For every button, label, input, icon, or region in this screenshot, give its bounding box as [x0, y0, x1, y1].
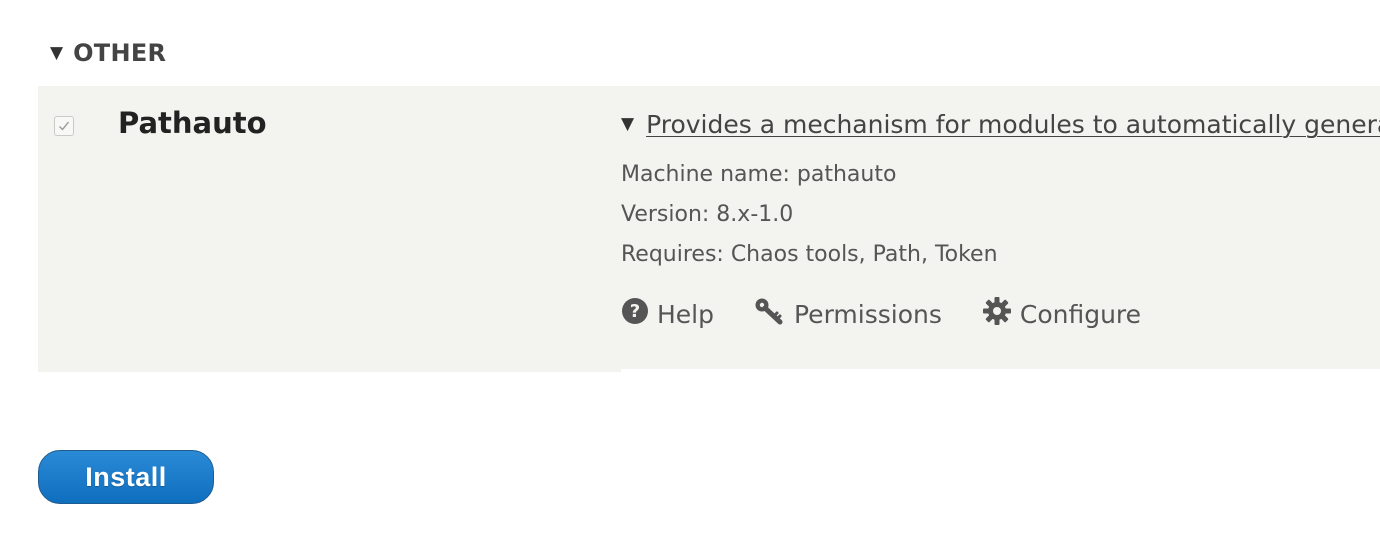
install-button[interactable]: Install: [38, 450, 214, 504]
configure-link-label: Configure: [1019, 299, 1142, 329]
module-enable-checkbox[interactable]: [54, 116, 74, 136]
permissions-link[interactable]: Permissions: [754, 297, 942, 331]
help-link-label: Help: [657, 299, 714, 329]
configure-link[interactable]: Configure: [982, 296, 1141, 332]
module-requires: Requires: Chaos tools, Path, Token: [621, 242, 998, 267]
module-version: Version: 8.x-1.0: [621, 202, 794, 227]
svg-text:?: ?: [630, 301, 640, 322]
modules-page: ▼ OTHER Pathauto ▼ Provides a mechanism …: [0, 0, 1380, 534]
machine-name: Machine name: pathauto: [621, 162, 897, 187]
module-description: ▼ Provides a mechanism for modules to au…: [621, 86, 1380, 369]
key-icon: [754, 297, 786, 331]
module-links: ? Help Permissions Configure: [621, 296, 1181, 332]
row-divider: [621, 369, 1380, 372]
checkmark-icon: [59, 121, 70, 131]
gear-icon: [982, 296, 1012, 332]
help-link[interactable]: ? Help: [621, 297, 714, 331]
module-row-pathauto: Pathauto ▼ Provides a mechanism for modu…: [38, 86, 1380, 372]
group-title: OTHER: [73, 39, 167, 67]
permissions-link-label: Permissions: [794, 299, 942, 329]
triangle-down-icon: ▼: [50, 42, 64, 63]
group-toggle-other[interactable]: ▼ OTHER: [50, 36, 166, 70]
description-toggle[interactable]: ▼ Provides a mechanism for modules to au…: [621, 110, 1380, 139]
triangle-down-icon: ▼: [621, 114, 635, 134]
description-summary: Provides a mechanism for modules to auto…: [646, 110, 1380, 139]
question-circle-icon: ?: [621, 297, 649, 331]
module-name: Pathauto: [118, 106, 267, 140]
